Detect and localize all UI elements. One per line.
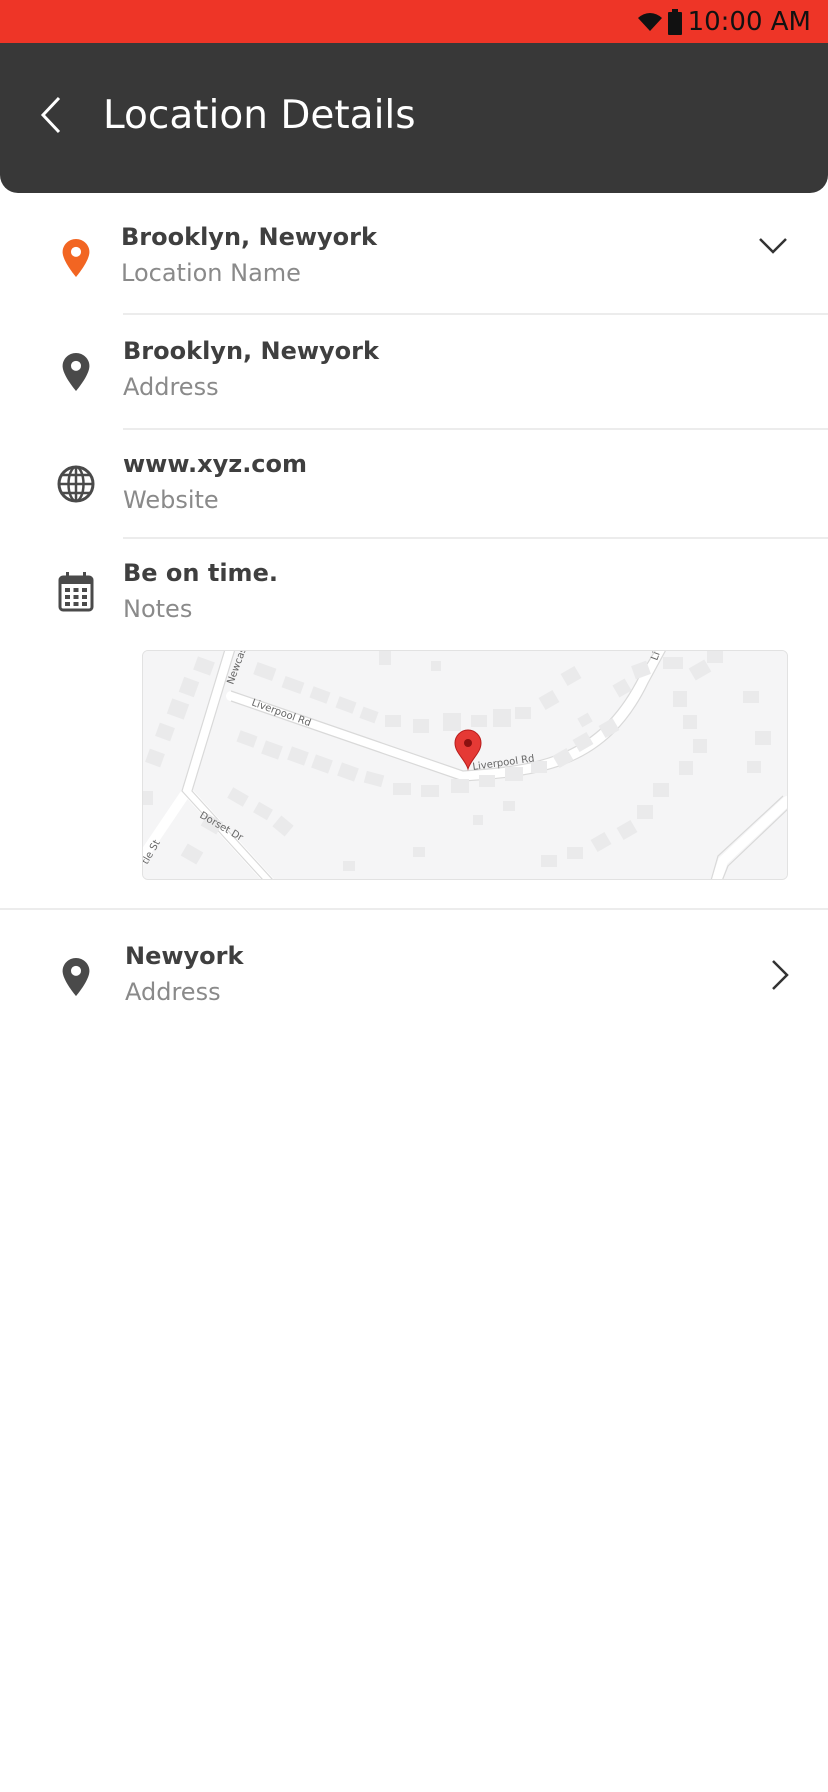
location-pin-icon <box>55 956 97 998</box>
chevron-right-icon <box>771 959 789 995</box>
navigate-button[interactable] <box>760 957 800 997</box>
notes-row: Be on time. Notes <box>0 539 828 639</box>
page-title: Location Details <box>103 93 416 138</box>
website-label: Website <box>123 486 219 514</box>
address-label: Address <box>123 373 219 401</box>
notes-label: Notes <box>123 595 193 623</box>
second-location-value: Newyork <box>125 942 244 970</box>
location-pin-icon <box>55 237 97 279</box>
app-bar: Location Details <box>0 43 828 193</box>
battery-icon <box>667 8 682 35</box>
expand-button[interactable] <box>753 228 793 268</box>
calendar-icon <box>55 571 97 613</box>
website-value[interactable]: www.xyz.com <box>123 450 307 478</box>
address-row: Brooklyn, Newyork Address <box>0 315 828 427</box>
chevron-down-icon <box>758 237 788 259</box>
location-name-value: Brooklyn, Newyork <box>121 223 377 251</box>
status-time: 10:00 AM <box>687 6 811 37</box>
notes-value: Be on time. <box>123 559 278 587</box>
back-button[interactable] <box>28 93 76 141</box>
status-bar: 10:00 AM <box>0 0 828 43</box>
map-view[interactable]: Liverpool Rd Liverpool Rd Newcas Dorset … <box>142 650 788 880</box>
second-location-row[interactable]: Newyork Address <box>0 910 828 1022</box>
location-pin-icon <box>55 351 97 393</box>
globe-icon <box>55 463 97 505</box>
address-value: Brooklyn, Newyork <box>123 337 379 365</box>
chevron-left-icon <box>39 95 65 139</box>
location-name-row[interactable]: Brooklyn, Newyork Location Name <box>0 193 828 313</box>
location-name-label: Location Name <box>121 259 301 287</box>
wifi-icon <box>636 11 664 33</box>
second-location-label: Address <box>125 978 221 1006</box>
website-row[interactable]: www.xyz.com Website <box>0 430 828 537</box>
